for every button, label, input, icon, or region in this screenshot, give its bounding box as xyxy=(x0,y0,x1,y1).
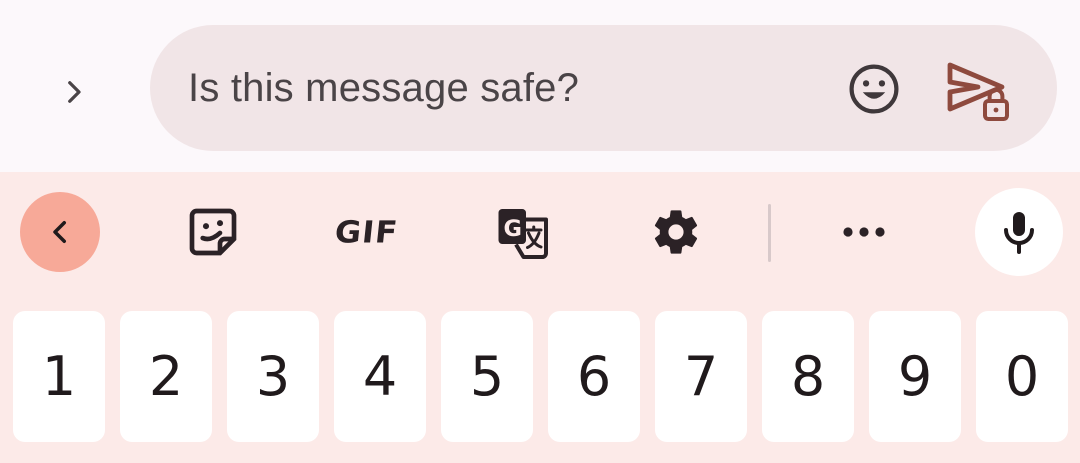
key-6[interactable]: 6 xyxy=(548,311,640,442)
key-9[interactable]: 9 xyxy=(869,311,961,442)
gear-icon xyxy=(654,210,698,254)
chevron-left-icon xyxy=(53,221,66,243)
translate-button[interactable]: G xyxy=(481,192,561,272)
key-8[interactable]: 8 xyxy=(762,311,854,442)
key-7[interactable]: 7 xyxy=(655,311,747,442)
emoji-button[interactable] xyxy=(844,59,904,119)
key-4[interactable]: 4 xyxy=(334,311,426,442)
send-locked-icon xyxy=(947,62,1009,121)
microphone-icon xyxy=(1004,212,1034,254)
keyboard: GIF G 1 2 3 4 5 6 7 8 9 0 xyxy=(0,172,1080,463)
message-input[interactable]: Is this message safe? xyxy=(150,25,1057,151)
emoji-smile-icon xyxy=(849,64,899,114)
send-button[interactable] xyxy=(942,53,1014,125)
voice-input-button[interactable] xyxy=(975,188,1063,276)
svg-text:G: G xyxy=(504,216,522,242)
message-text: Is this message safe? xyxy=(188,65,580,110)
more-horizontal-icon xyxy=(843,227,885,237)
gif-label: GIF xyxy=(333,213,401,251)
gif-button[interactable]: GIF xyxy=(327,192,407,272)
toolbar-divider xyxy=(768,204,771,262)
key-0[interactable]: 0 xyxy=(976,311,1068,442)
number-row: 1 2 3 4 5 6 7 8 9 0 xyxy=(0,311,1080,442)
key-3[interactable]: 3 xyxy=(227,311,319,442)
key-1[interactable]: 1 xyxy=(13,311,105,442)
chevron-right-icon xyxy=(68,81,81,103)
expand-button[interactable] xyxy=(46,64,102,120)
compose-bar: Is this message safe? xyxy=(0,0,1080,172)
toolbar-back-button[interactable] xyxy=(20,192,100,272)
sticker-icon xyxy=(189,208,237,256)
keyboard-toolbar: GIF G xyxy=(0,172,1080,292)
translate-icon: G xyxy=(498,209,548,259)
key-2[interactable]: 2 xyxy=(120,311,212,442)
settings-button[interactable] xyxy=(636,192,716,272)
sticker-button[interactable] xyxy=(173,192,253,272)
more-button[interactable] xyxy=(824,192,904,272)
key-5[interactable]: 5 xyxy=(441,311,533,442)
